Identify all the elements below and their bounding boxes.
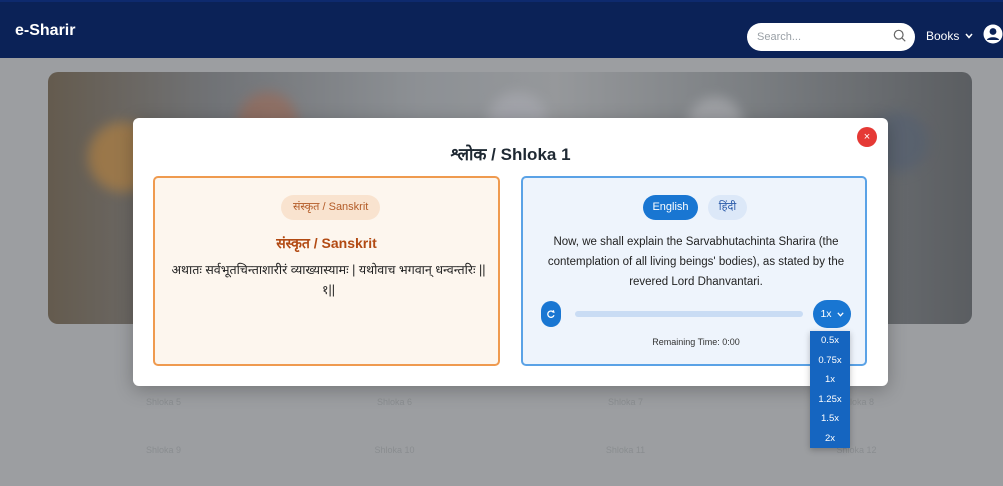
chevron-down-icon [965,33,973,39]
speed-option[interactable]: 2x [810,429,850,449]
tab-english[interactable]: English [643,195,698,220]
playback-speed-button[interactable]: 1x [813,300,851,328]
speed-option[interactable]: 0.75x [810,351,850,371]
brand-logo[interactable]: e-Sharir [15,22,75,40]
books-label: Books [926,29,960,43]
sanskrit-verse: अथातः सर्वभूतचिन्ताशारीरं व्याख्यास्यामः… [171,263,486,297]
search-input[interactable] [757,31,877,43]
speed-option[interactable]: 1.5x [810,409,850,429]
replay-button[interactable] [541,301,561,327]
tab-hindi[interactable]: हिंदी [708,195,747,220]
speed-option[interactable]: 1.25x [810,390,850,410]
sanskrit-heading: संस्कृत / Sanskrit [276,235,377,251]
sanskrit-badge: संस्कृत / Sanskrit [281,195,381,220]
modal-title: श्लोक / Shloka 1 [450,145,571,164]
navbar: e-Sharir Books [0,0,1003,58]
replay-icon [547,310,555,318]
speed-option[interactable]: 0.5x [810,331,850,351]
speed-menu: 0.5x 0.75x 1x 1.25x 1.5x 2x [810,331,850,448]
speed-label: 1x [820,308,832,320]
translation-text: Now, we shall explain the Sarvabhutachin… [547,236,845,288]
search-icon[interactable] [893,29,907,43]
books-dropdown[interactable]: Books [926,29,973,43]
audio-progress-bar[interactable] [575,311,803,317]
chevron-down-icon [836,311,844,317]
sanskrit-panel: संस्कृत / Sanskrit संस्कृत / Sanskrit अथ… [153,176,500,366]
shloka-modal: श्लोक / Shloka 1 × संस्कृत / Sanskrit सं… [133,118,888,386]
speed-option[interactable]: 1x [810,370,850,390]
close-button[interactable]: × [857,127,877,147]
search-box [747,23,915,51]
user-account-icon[interactable] [983,24,1003,44]
